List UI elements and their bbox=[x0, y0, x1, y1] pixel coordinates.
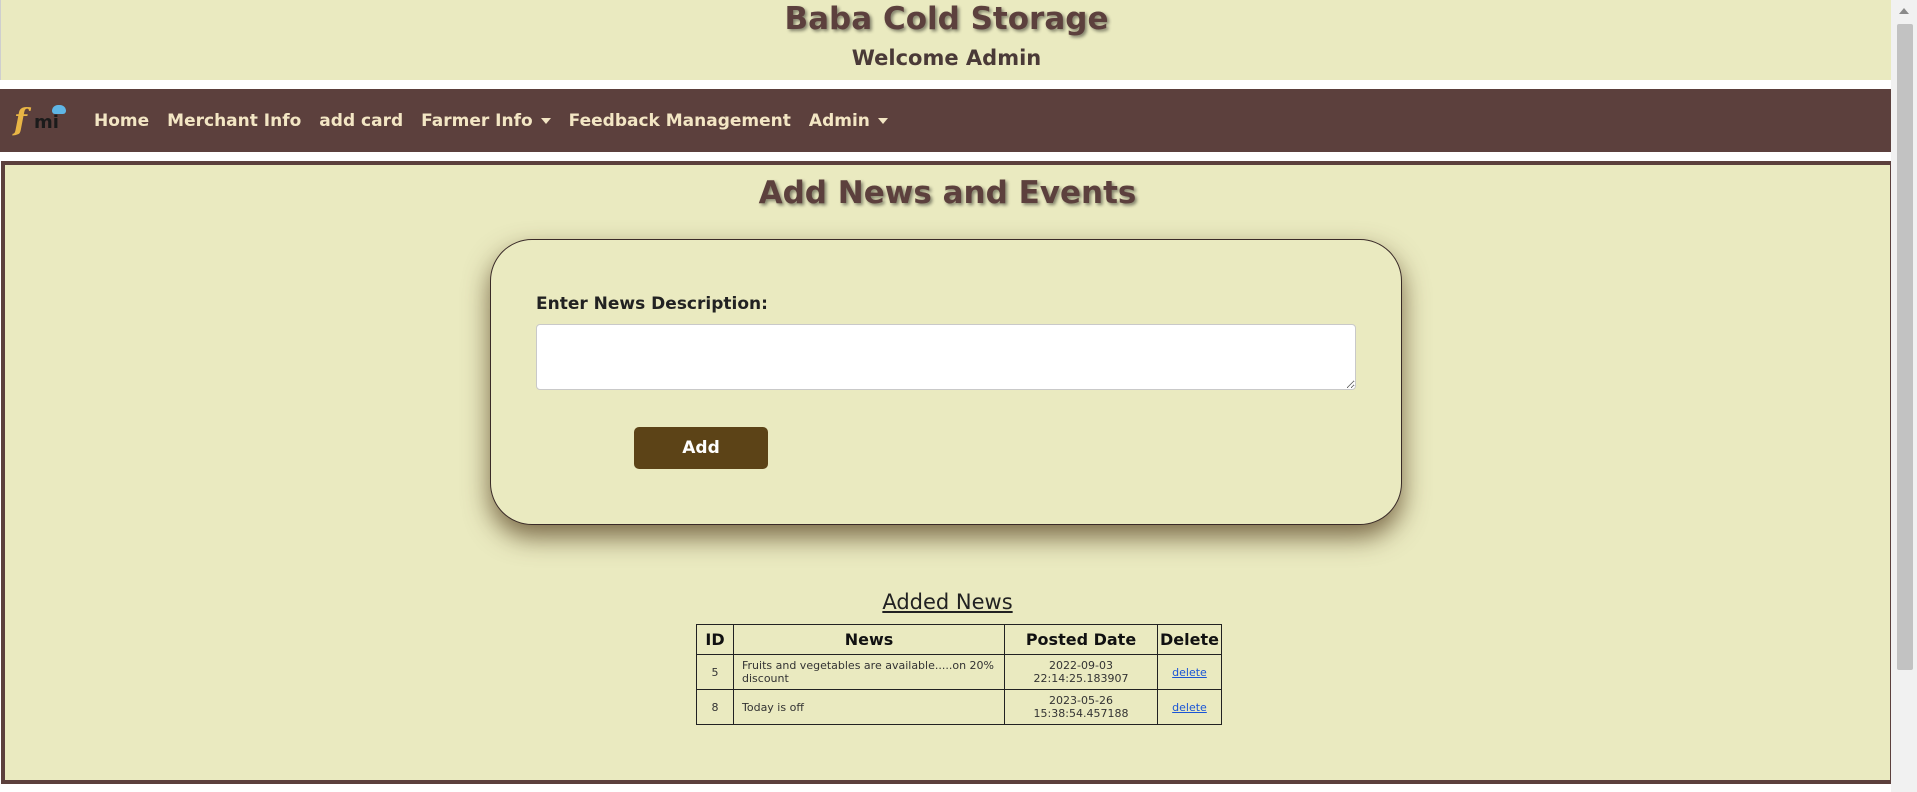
nav-item-feedback-management[interactable]: Feedback Management bbox=[569, 111, 791, 131]
main-content: Add News and Events Enter News Descripti… bbox=[1, 161, 1894, 784]
caret-down-icon bbox=[877, 117, 888, 124]
nav-item-label: Feedback Management bbox=[568, 110, 791, 131]
news-table: ID News Posted Date Delete 5 Fruits and … bbox=[696, 624, 1222, 725]
cloud-icon bbox=[52, 104, 66, 114]
cell-delete: delete bbox=[1157, 654, 1222, 690]
nav-item-home[interactable]: Home bbox=[94, 111, 149, 131]
column-header-delete: Delete bbox=[1157, 624, 1222, 655]
cell-posted-date: 2023-05-26 15:38:54.457188 bbox=[1004, 689, 1158, 725]
nav-items: Home Merchant Info add card Farmer Info … bbox=[94, 111, 906, 131]
added-news-title: Added News bbox=[882, 590, 1013, 614]
nav-item-label: Home bbox=[94, 110, 150, 131]
nav-item-farmer-info[interactable]: Farmer Info bbox=[421, 111, 551, 131]
table-row: 8 Today is off 2023-05-26 15:38:54.45718… bbox=[696, 689, 1222, 725]
cell-news: Today is off bbox=[733, 689, 1005, 725]
column-header-news: News bbox=[733, 624, 1005, 655]
brand-logo[interactable]: f mi bbox=[14, 101, 74, 141]
delete-link[interactable]: delete bbox=[1172, 701, 1207, 714]
cell-id: 5 bbox=[696, 654, 734, 690]
news-form-card: Enter News Description: Add bbox=[490, 239, 1402, 525]
cell-id: 8 bbox=[696, 689, 734, 725]
nav-item-label: Merchant Info bbox=[167, 110, 302, 131]
nav-item-label: Farmer Info bbox=[421, 110, 533, 131]
table-header-row: ID News Posted Date Delete bbox=[696, 624, 1222, 655]
nav-item-admin[interactable]: Admin bbox=[809, 111, 888, 131]
site-header: Baba Cold Storage Welcome Admin bbox=[0, 0, 1892, 80]
brand-logo-f: f bbox=[14, 102, 27, 138]
news-description-label: Enter News Description: bbox=[536, 294, 768, 314]
page: Baba Cold Storage Welcome Admin f mi Hom… bbox=[0, 0, 1894, 792]
column-header-id: ID bbox=[696, 624, 734, 655]
nav-item-merchant-info[interactable]: Merchant Info bbox=[167, 111, 301, 131]
page-title: Add News and Events bbox=[758, 175, 1137, 211]
scrollbar-thumb[interactable] bbox=[1897, 24, 1913, 670]
vertical-scrollbar[interactable] bbox=[1891, 0, 1917, 792]
site-title: Baba Cold Storage bbox=[784, 1, 1109, 37]
news-description-input[interactable] bbox=[536, 324, 1356, 390]
add-button[interactable]: Add bbox=[634, 427, 768, 469]
table-row: 5 Fruits and vegetables are available...… bbox=[696, 654, 1222, 690]
nav-item-add-card[interactable]: add card bbox=[319, 111, 403, 131]
column-header-posted-date: Posted Date bbox=[1004, 624, 1158, 655]
brand-logo-mi: mi bbox=[34, 111, 59, 133]
navbar: f mi Home Merchant Info add card Farmer … bbox=[0, 89, 1891, 152]
caret-down-icon bbox=[540, 117, 551, 124]
scroll-up-arrow-icon[interactable] bbox=[1899, 8, 1909, 14]
cell-posted-date: 2022-09-03 22:14:25.183907 bbox=[1004, 654, 1158, 690]
cell-news: Fruits and vegetables are available.....… bbox=[733, 654, 1005, 690]
nav-item-label: add card bbox=[319, 110, 404, 131]
delete-link[interactable]: delete bbox=[1172, 666, 1207, 679]
nav-item-label: Admin bbox=[808, 110, 870, 131]
cell-delete: delete bbox=[1157, 689, 1222, 725]
welcome-message: Welcome Admin bbox=[851, 46, 1042, 70]
